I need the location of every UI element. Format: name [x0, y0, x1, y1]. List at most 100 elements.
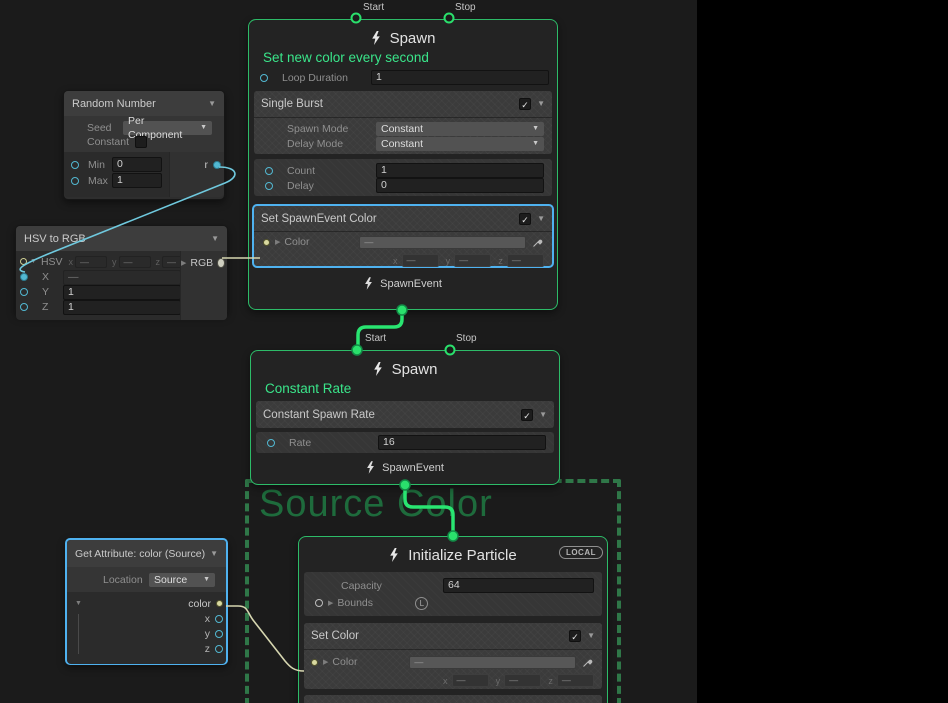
delay-field[interactable]: 0 — [376, 178, 544, 193]
rate-field[interactable]: 16 — [378, 435, 546, 450]
color-output-port[interactable] — [216, 600, 223, 607]
local-badge[interactable]: LOCAL — [559, 546, 603, 559]
bounds-port[interactable] — [315, 599, 323, 607]
delay-mode-label: Delay Mode — [287, 138, 376, 150]
expander-guide-line — [78, 614, 79, 654]
set-spawnevent-color-block[interactable]: Set SpawnEvent Color ✓ ▼ ▶ Color — x— y—… — [252, 204, 554, 268]
node-spawn-1[interactable]: Spawn Set new color every second Loop Du… — [248, 19, 558, 310]
spawn2-spawnevent-port[interactable] — [400, 480, 410, 490]
hsv-z-port[interactable] — [20, 303, 28, 311]
initialize-title: Initialize Particle — [408, 547, 516, 564]
rate-port[interactable] — [267, 439, 275, 447]
spawn-mode-dropdown[interactable]: Constant▼ — [376, 122, 544, 136]
init-color-port[interactable] — [311, 659, 318, 666]
x-output-port[interactable] — [215, 615, 223, 623]
x-field[interactable]: — — [402, 254, 439, 267]
spawn1-stop-port[interactable] — [445, 14, 454, 23]
constant-checkbox[interactable]: ✓ — [135, 136, 147, 148]
spawn1-start-port[interactable] — [352, 14, 361, 23]
count-delay-section: Count 1 Delay 0 — [254, 159, 552, 196]
z-row-field[interactable]: 1 — [63, 300, 181, 315]
node-spawn-2[interactable]: Spawn Constant Rate Constant Spawn Rate … — [250, 350, 560, 485]
set-color-block[interactable]: Set Color ✓ ▼ ▶ Color — x— y— z— — [304, 623, 602, 689]
chevron-down-icon[interactable]: ▼ — [537, 215, 545, 223]
chevron-down-icon[interactable]: ▼ — [537, 100, 545, 108]
eyedropper-icon[interactable] — [582, 656, 594, 668]
chevron-down-icon[interactable]: ▼ — [587, 632, 595, 640]
loop-duration-field[interactable]: 1 — [371, 70, 549, 85]
y-row-field[interactable]: 1 — [63, 285, 181, 300]
spawn1-title-row: Spawn — [249, 27, 557, 49]
chevron-down-icon[interactable]: ▼ — [539, 411, 547, 419]
x-field[interactable]: — — [452, 674, 489, 687]
spawn2-note[interactable]: Constant Rate — [265, 381, 559, 396]
node-get-attribute-color[interactable]: Get Attribute: color (Source) ▼ Location… — [65, 538, 228, 665]
graph-canvas[interactable]: Source Color Random Number ▼ Seed Per Co… — [0, 0, 697, 703]
set-spawnevent-color-checkbox[interactable]: ✓ — [519, 213, 531, 225]
hsv-y-port[interactable] — [20, 288, 28, 296]
random-number-header[interactable]: Random Number ▼ — [64, 91, 224, 116]
spawn1-note[interactable]: Set new color every second — [263, 50, 557, 65]
single-burst-checkbox[interactable]: ✓ — [519, 98, 531, 110]
expand-triangle-icon[interactable]: ▼ — [75, 600, 82, 607]
color-swatch[interactable]: — — [359, 236, 526, 249]
expand-triangle-icon[interactable]: ▼ — [30, 258, 37, 265]
hsv-x-field[interactable]: — — [75, 256, 107, 268]
constant-spawn-rate-checkbox[interactable]: ✓ — [521, 409, 533, 421]
y-field[interactable]: — — [454, 254, 491, 267]
collapse-triangle-icon[interactable]: ▶ — [181, 259, 186, 267]
hsv-port[interactable] — [20, 258, 27, 265]
min-label: Min — [88, 159, 112, 171]
color-swatch[interactable]: — — [409, 656, 576, 669]
next-block-partial[interactable] — [304, 695, 602, 703]
spawnevent-color-port[interactable] — [263, 239, 270, 246]
r-output-port[interactable] — [213, 161, 221, 169]
collapse-triangle-icon[interactable]: ▶ — [323, 658, 328, 666]
spawn1-spawnevent-port[interactable] — [397, 305, 407, 315]
spawn2-start-port[interactable] — [352, 345, 362, 355]
bounds-label: Bounds — [337, 597, 415, 609]
node-initialize-particle[interactable]: Initialize Particle LOCAL Capacity 64 ▶ … — [298, 536, 608, 703]
y-output-port[interactable] — [215, 630, 223, 638]
collapse-triangle-icon[interactable]: ▶ — [275, 238, 280, 246]
collapse-triangle-icon[interactable]: ▶ — [328, 599, 333, 607]
seed-dropdown[interactable]: Per Component▼ — [123, 121, 212, 135]
constant-spawn-rate-block[interactable]: Constant Spawn Rate ✓ ▼ — [256, 401, 554, 428]
count-port[interactable] — [265, 167, 273, 175]
node-random-number[interactable]: Random Number ▼ Seed Per Component▼ Cons… — [63, 90, 225, 200]
get-attribute-header[interactable]: Get Attribute: color (Source) ▼ — [67, 540, 226, 567]
max-field[interactable]: 1 — [112, 173, 162, 188]
chevron-down-icon[interactable]: ▼ — [211, 235, 219, 243]
spawn2-footer: SpawnEvent — [251, 461, 559, 474]
delay-port[interactable] — [265, 182, 273, 190]
delay-mode-dropdown[interactable]: Constant▼ — [376, 137, 544, 151]
z-field[interactable]: — — [557, 674, 594, 687]
node-hsv-to-rgb[interactable]: HSV to RGB ▼ ▼ HSV x — y — z — X — — [15, 225, 228, 315]
min-port[interactable] — [71, 161, 79, 169]
z-output-port[interactable] — [215, 645, 223, 653]
min-field[interactable]: 0 — [112, 157, 162, 172]
hsv-y-field[interactable]: — — [119, 256, 151, 268]
location-dropdown[interactable]: Source▼ — [149, 573, 215, 587]
get-attribute-settings: Location Source▼ — [67, 567, 226, 592]
rgb-output-port[interactable] — [217, 258, 225, 268]
initialize-input-port[interactable] — [448, 531, 458, 541]
set-color-checkbox[interactable]: ✓ — [569, 630, 581, 642]
hsv-to-rgb-header[interactable]: HSV to RGB ▼ — [16, 226, 227, 251]
single-burst-block[interactable]: Single Burst ✓ ▼ Spawn Mode Constant▼ De… — [254, 91, 552, 154]
random-number-body: Min 0 Max 1 r — [64, 152, 224, 197]
y-label: y — [496, 676, 501, 686]
capacity-field[interactable]: 64 — [443, 578, 594, 593]
x-row-field[interactable]: — — [63, 270, 181, 285]
spawn2-title: Spawn — [392, 361, 438, 378]
chevron-down-icon[interactable]: ▼ — [210, 550, 218, 558]
eyedropper-icon[interactable] — [532, 236, 544, 248]
loop-duration-port[interactable] — [260, 74, 268, 82]
spawn2-stop-port[interactable] — [446, 346, 455, 355]
max-port[interactable] — [71, 177, 79, 185]
hsv-x-port[interactable] — [20, 273, 28, 281]
chevron-down-icon[interactable]: ▼ — [208, 100, 216, 108]
count-field[interactable]: 1 — [376, 163, 544, 178]
y-field[interactable]: — — [504, 674, 541, 687]
z-field[interactable]: — — [507, 254, 544, 267]
